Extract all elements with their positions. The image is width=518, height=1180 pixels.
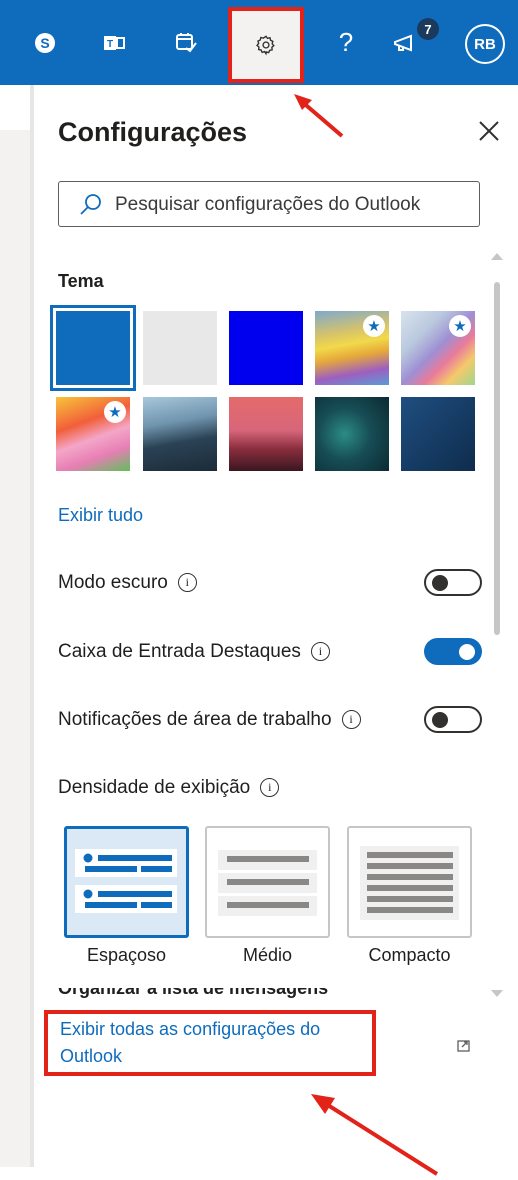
dark-mode-toggle[interactable] [424,569,482,596]
scroll-down-arrow[interactable] [491,990,503,997]
dark-mode-label: Modo escuro [58,572,168,593]
svg-text:T: T [107,39,113,50]
spacious-layout-icon [75,849,177,913]
help-icon[interactable]: ? [316,0,376,85]
theme-label: Tema [58,271,104,291]
theme-blueprint[interactable] [401,397,475,471]
density-medium-option[interactable] [205,826,330,938]
notification-badge: 7 [417,18,439,40]
settings-search-box[interactable] [58,181,480,227]
search-input[interactable] [113,190,477,220]
skype-icon[interactable]: S [15,0,75,85]
density-row: Densidade de exibição i [58,777,280,799]
info-icon[interactable]: i [310,642,330,662]
desktop-notifications-row: Notificações de área de trabalho i [58,709,361,731]
whats-new-icon[interactable] [376,0,436,85]
density-compact-option[interactable] [347,826,472,938]
focused-inbox-label: Caixa de Entrada Destaques [58,641,301,662]
info-icon[interactable]: i [177,573,197,593]
toggle-knob [432,711,448,728]
focused-inbox-row: Caixa de Entrada Destaques i [58,641,330,663]
theme-palm-trees[interactable] [229,397,303,471]
theme-circuit[interactable] [315,397,389,471]
settings-button[interactable] [228,7,304,83]
popout-icon[interactable] [456,1038,472,1054]
annotation-arrow-top [294,94,344,138]
premium-star-icon: ★ [363,315,385,337]
toggle-knob [432,574,448,591]
sort-list-label: Organizar a lista de mensagens [58,988,328,1000]
medium-layout-icon [218,850,317,916]
density-medium-label: Médio [242,945,293,965]
desktop-notifications-toggle[interactable] [424,706,482,733]
theme-light-gray[interactable] [143,311,217,385]
scroll-up-arrow[interactable] [491,253,503,260]
compact-layout-icon [360,846,459,920]
theme-bright-blue[interactable] [229,311,303,385]
message-list-background [0,85,30,1167]
search-icon [80,194,101,215]
premium-star-icon: ★ [104,401,126,423]
density-compact-label: Compacto [368,945,451,965]
theme-mountain[interactable] [143,397,217,471]
message-list-header [0,85,30,130]
theme-blue[interactable] [50,305,136,391]
density-label: Densidade de exibição [58,777,251,798]
svg-text:S: S [40,35,49,51]
teams-icon[interactable]: T [84,0,144,85]
info-icon[interactable]: i [260,778,280,798]
scrollbar-thumb[interactable] [494,282,500,635]
focused-inbox-toggle[interactable] [424,638,482,665]
gear-icon [256,35,275,56]
theme-unicorn[interactable]: ★ [56,397,130,471]
sort-list-label-text: Organizar a lista de mensagens [58,988,329,998]
density-spacious-label: Espaçoso [86,945,167,965]
my-day-icon[interactable] [156,0,216,85]
close-icon[interactable] [476,118,502,144]
dark-mode-row: Modo escuro i [58,572,197,594]
panel-divider [30,85,34,1167]
toggle-knob [459,643,475,660]
theme-rainbow-waves[interactable]: ★ [315,311,389,385]
avatar[interactable]: RB [465,24,505,64]
density-spacious-option[interactable] [64,826,189,938]
view-all-settings-link[interactable]: Exibir todas as configurações do Outlook [60,1016,370,1070]
show-all-themes-link[interactable]: Exibir tudo [58,505,143,526]
top-bar: S T ? 7 RB [0,0,518,85]
info-icon[interactable]: i [341,710,361,730]
premium-star-icon: ★ [449,315,471,337]
settings-title: Configurações [58,117,248,147]
desktop-notifications-label: Notificações de área de trabalho [58,709,332,730]
theme-ribbons[interactable]: ★ [401,311,475,385]
